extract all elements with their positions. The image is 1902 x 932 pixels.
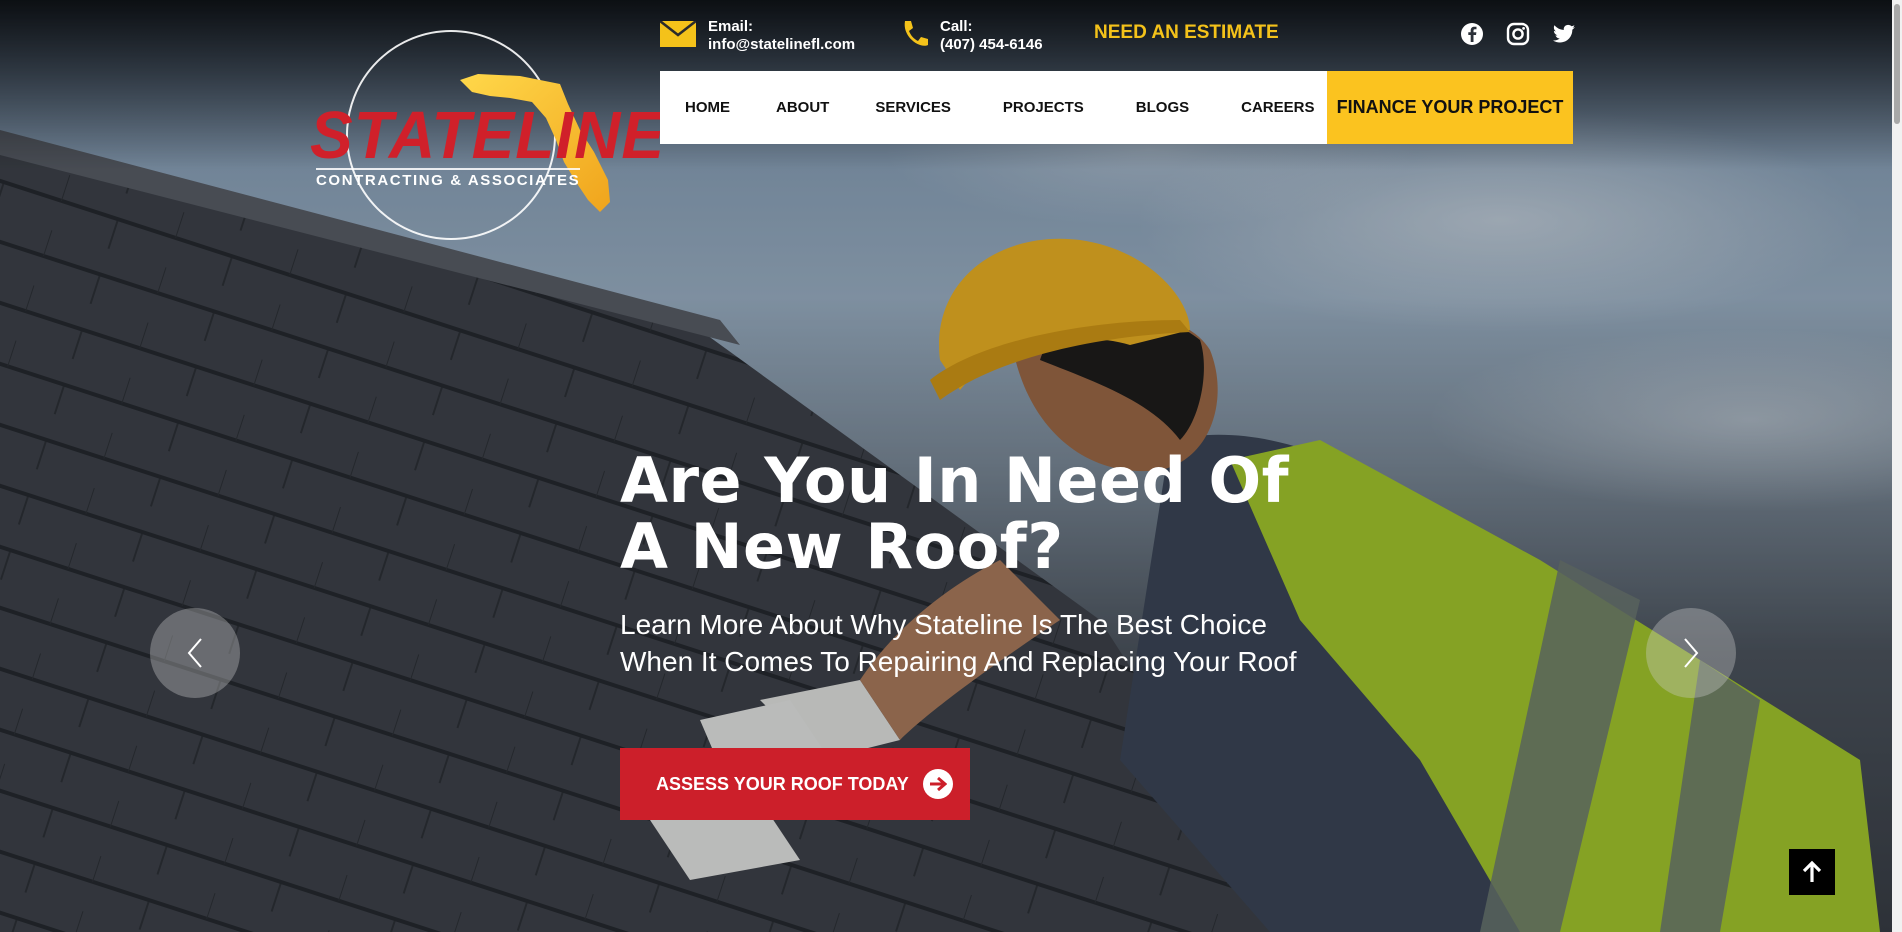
need-estimate-link[interactable]: NEED AN ESTIMATE (1094, 22, 1279, 44)
envelope-icon (659, 19, 697, 52)
call-value[interactable]: (407) 454-6146 (940, 36, 1043, 54)
hero-subheading: Learn More About Why Stateline Is The Be… (620, 606, 1297, 680)
email-value[interactable]: info@statelinefl.com (708, 36, 855, 54)
scroll-to-top-button[interactable] (1789, 849, 1835, 895)
finance-your-project-button[interactable]: FINANCE YOUR PROJECT (1327, 71, 1573, 144)
email-contact[interactable]: Email: info@statelinefl.com (659, 18, 855, 54)
main-nav: HOME ABOUT SERVICES PROJECTS BLOGS CAREE… (660, 71, 1573, 144)
slider-prev-button[interactable] (150, 608, 240, 698)
scrollbar-thumb[interactable] (1894, 4, 1900, 124)
arrow-right-icon (922, 769, 953, 799)
instagram-icon[interactable] (1506, 22, 1530, 46)
call-contact[interactable]: Call: (407) 454-6146 (900, 18, 1043, 54)
nav-item-careers[interactable]: CAREERS (1189, 99, 1314, 116)
page-scrollbar[interactable] (1892, 0, 1902, 932)
email-label: Email: (708, 18, 754, 35)
hero-headline-line2: A New Roof? (620, 510, 1064, 583)
hero-subheading-line2: When It Comes To Repairing And Replacing… (620, 646, 1297, 677)
call-label: Call: (940, 18, 973, 35)
social-links (1460, 22, 1576, 46)
hero-headline: Are You In Need Of A New Roof? (620, 448, 1289, 580)
assess-roof-label: ASSESS YOUR ROOF TODAY (656, 773, 909, 794)
nav-item-about[interactable]: ABOUT (730, 99, 829, 116)
chevron-right-icon (1684, 638, 1699, 668)
assess-roof-button[interactable]: ASSESS YOUR ROOF TODAY (620, 748, 970, 820)
hero-headline-line1: Are You In Need Of (620, 444, 1290, 517)
nav-item-home[interactable]: HOME (660, 99, 730, 116)
phone-icon (900, 19, 928, 54)
twitter-icon[interactable] (1552, 22, 1576, 46)
nav-item-services[interactable]: SERVICES (829, 99, 951, 116)
logo-tagline: CONTRACTING & ASSOCIATES (316, 168, 581, 189)
nav-item-blogs[interactable]: BLOGS (1084, 99, 1189, 116)
hero-subheading-line1: Learn More About Why Stateline Is The Be… (620, 609, 1267, 640)
logo-wordmark: STATELINE (310, 97, 666, 173)
slider-next-button[interactable] (1646, 608, 1736, 698)
site-logo[interactable]: STATELINE CONTRACTING & ASSOCIATES (310, 28, 664, 244)
nav-item-projects[interactable]: PROJECTS (951, 99, 1084, 116)
arrow-up-icon (1802, 860, 1822, 882)
chevron-left-icon (187, 638, 202, 668)
facebook-icon[interactable] (1460, 22, 1484, 46)
